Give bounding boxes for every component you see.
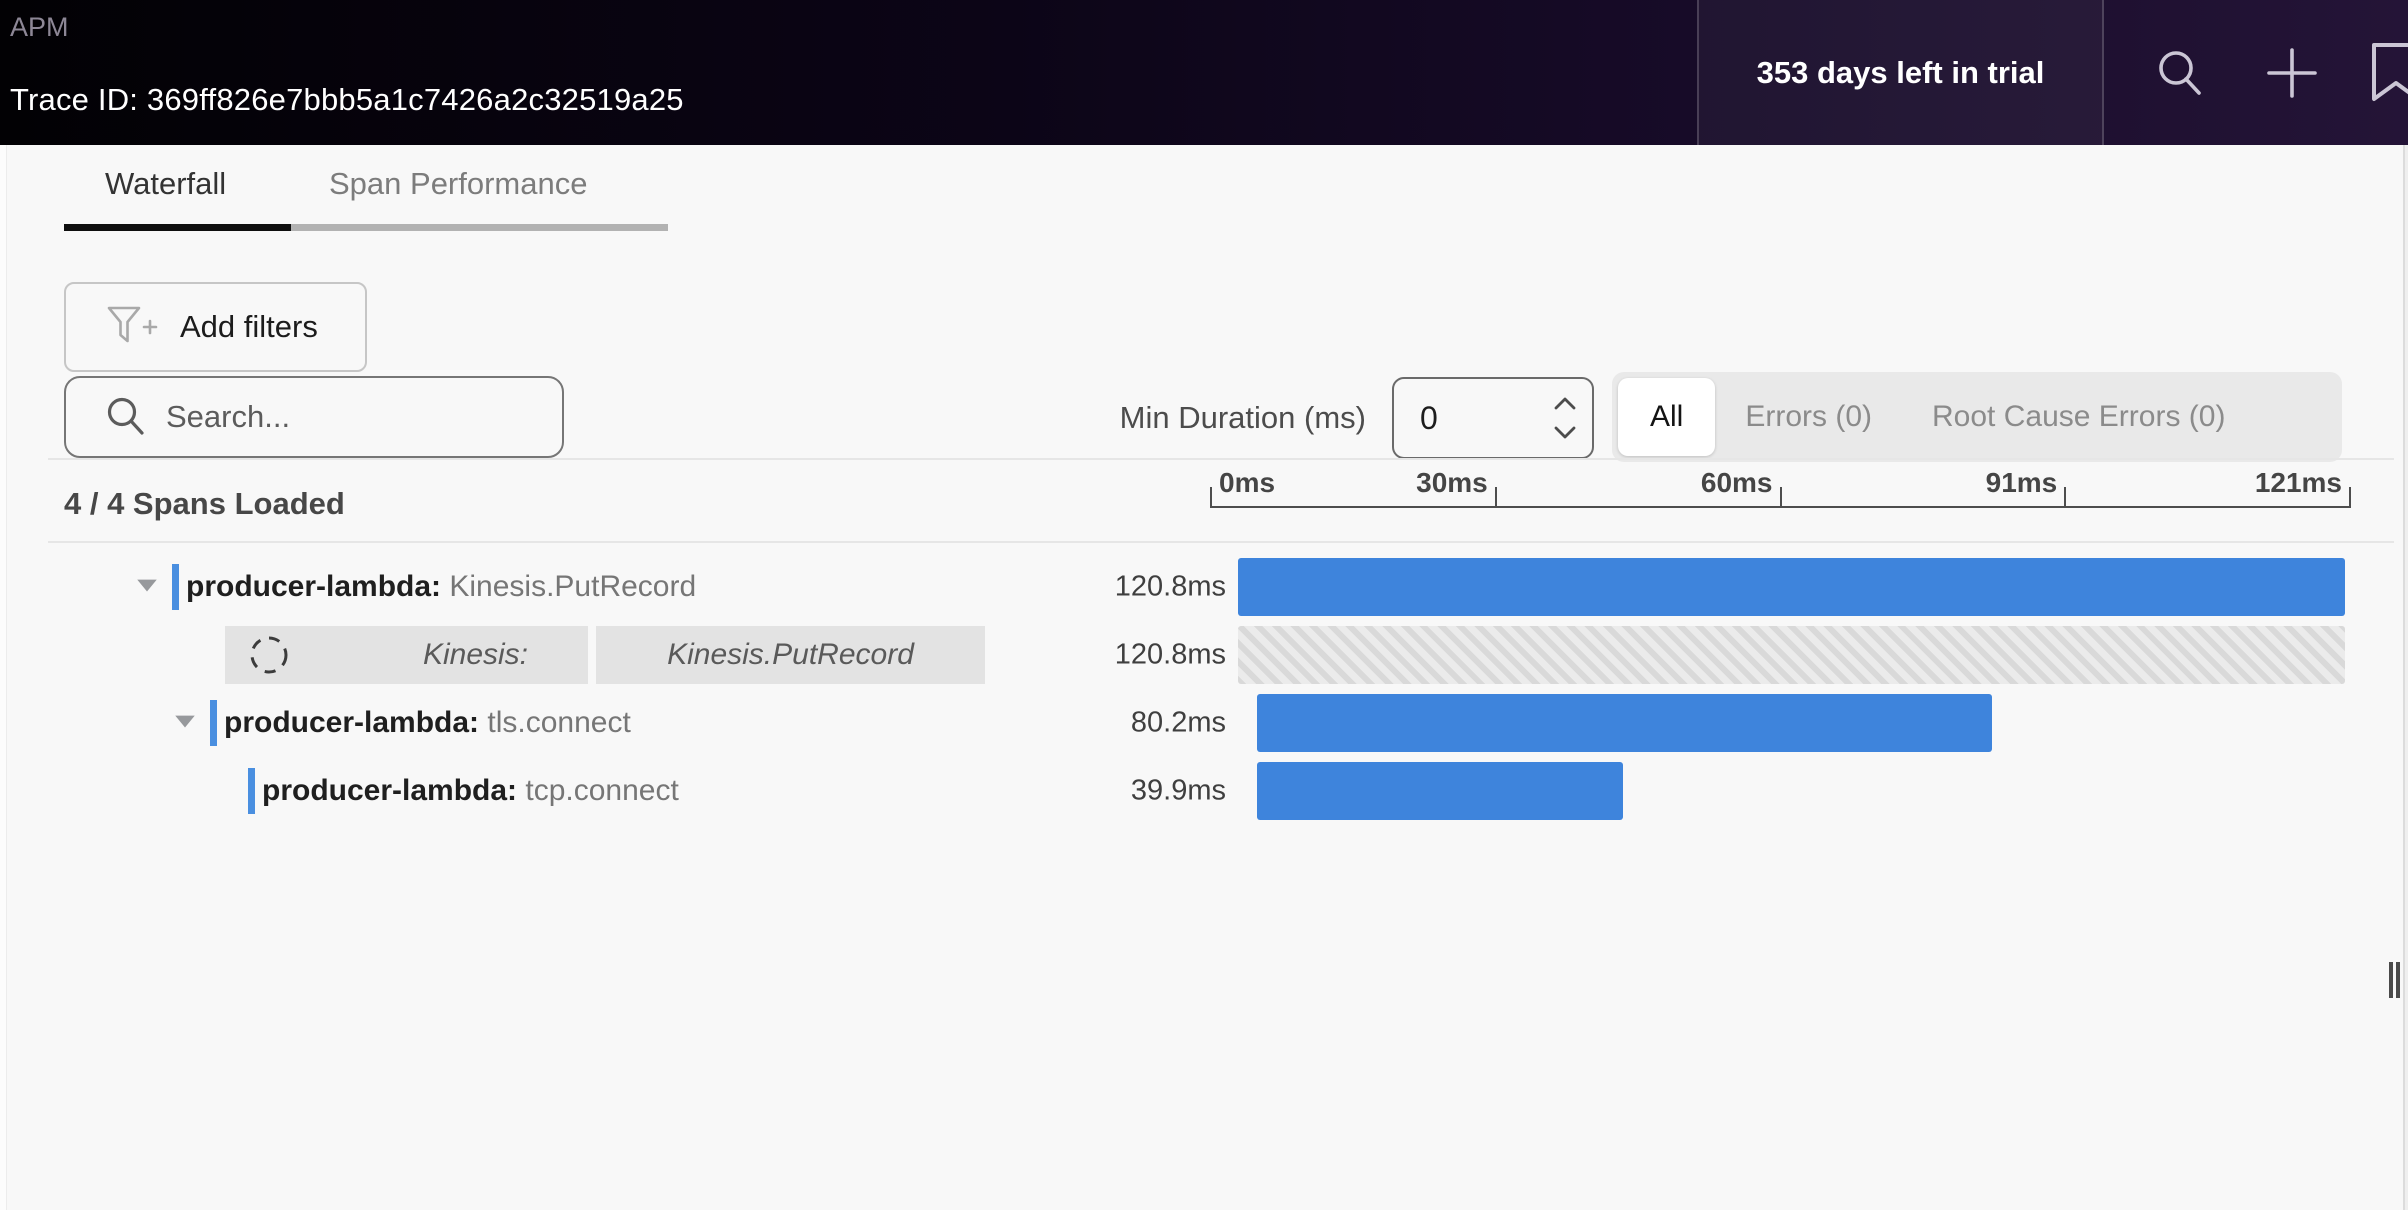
apm-trace-page: APM Trace ID: 369ff826e7bbb5a1c7426a2c32… [0,0,2408,1210]
span-bar-lane [1238,762,2350,820]
span-search-box [64,376,564,458]
add-filters-button[interactable]: Add filters [64,282,367,372]
filter-plus-icon [106,305,158,349]
span-name: producer-lambda: tcp.connect [262,774,679,808]
bookmark-icon[interactable] [2368,0,2408,145]
chevron-down-icon[interactable] [134,572,160,603]
tab-span-performance[interactable]: Span Performance [329,166,587,202]
span-name: producer-lambda: Kinesis.PutRecord [186,570,696,604]
span-bar-pending[interactable] [1238,626,2345,684]
trial-countdown-button[interactable]: 353 days left in trial [1697,0,2104,145]
trial-countdown-label: 353 days left in trial [1757,55,2045,91]
segment-errors[interactable]: Errors (0) [1715,400,1902,434]
plus-icon[interactable] [2252,0,2332,145]
timeline-ruler: 0ms 30ms 60ms 91ms 121ms [1211,460,2350,508]
tab-waterfall[interactable]: Waterfall [105,166,226,202]
span-duration: 120.8ms [1000,571,1226,604]
min-duration-input[interactable] [1420,400,1530,437]
span-bar-lane [1238,626,2350,684]
ruler-tick-label: 30ms [1416,467,1488,499]
trace-id-label: Trace ID: 369ff826e7bbb5a1c7426a2c32519a… [10,82,684,118]
ruler-tick-label: 60ms [1701,467,1773,499]
min-duration-label: Min Duration (ms) [1000,400,1366,436]
pending-span-pill: Kinesis.PutRecord [596,626,985,684]
error-filter-segmented-control: All Errors (0) Root Cause Errors (0) [1612,372,2342,462]
span-bar[interactable] [1257,762,1622,820]
app-label: APM [10,12,69,43]
span-service-name: producer-lambda: [186,570,441,603]
stepper-down-icon[interactable] [1554,426,1576,439]
span-name: producer-lambda: tls.connect [224,706,631,740]
divider [48,541,2394,543]
span-accent-bar [210,700,217,746]
min-duration-field [1392,377,1594,459]
pending-span-service: Kinesis: [423,638,528,672]
span-bar[interactable] [1238,558,2345,616]
span-service-name: producer-lambda: [262,774,517,807]
span-operation-name: Kinesis.PutRecord [441,570,696,603]
chevron-down-icon[interactable] [172,708,198,739]
panel-resize-handle[interactable] [2389,962,2401,998]
span-duration: 80.2ms [1000,707,1226,740]
top-header: APM Trace ID: 369ff826e7bbb5a1c7426a2c32… [0,0,2408,145]
search-input[interactable] [166,399,565,435]
span-bar-lane [1238,558,2350,616]
min-duration-stepper [1554,379,1576,457]
span-service-name: producer-lambda: [224,706,479,739]
pending-span-operation: Kinesis.PutRecord [667,638,914,672]
tab-underline-active [64,224,291,231]
segment-all[interactable]: All [1618,378,1715,456]
search-icon[interactable] [2140,0,2220,145]
span-duration: 39.9ms [1000,775,1226,808]
span-bar-lane [1238,694,2350,752]
span-accent-bar [248,768,255,814]
add-filters-label: Add filters [180,309,318,345]
span-row[interactable]: producer-lambda: tls.connect 80.2ms [0,694,2408,752]
ruler-tick-label: 0ms [1219,467,1275,499]
spans-loaded-status: 4 / 4 Spans Loaded [64,486,345,522]
pending-circle-icon [245,631,293,679]
span-accent-bar [172,564,179,610]
ruler-tick [2349,487,2351,508]
search-icon [104,395,148,439]
span-row[interactable]: Kinesis: Kinesis.PutRecord 120.8ms [0,626,2408,684]
ruler-tick [1495,487,1497,508]
span-row[interactable]: producer-lambda: tcp.connect 39.9ms [0,762,2408,820]
tab-underline-track [64,224,668,231]
span-row[interactable]: producer-lambda: Kinesis.PutRecord 120.8m… [0,558,2408,616]
span-bar[interactable] [1257,694,1992,752]
span-operation-name: tls.connect [479,706,631,739]
span-operation-name: tcp.connect [517,774,679,807]
ruler-tick-label: 91ms [1986,467,2058,499]
stepper-up-icon[interactable] [1554,397,1576,410]
ruler-tick [1780,487,1782,508]
segment-root-cause-errors[interactable]: Root Cause Errors (0) [1902,400,2255,434]
span-duration: 120.8ms [1000,639,1226,672]
pending-span-pill: Kinesis: [225,626,588,684]
ruler-tick [1210,487,1212,508]
ruler-tick-label: 121ms [2255,467,2342,499]
ruler-tick [2064,487,2066,508]
